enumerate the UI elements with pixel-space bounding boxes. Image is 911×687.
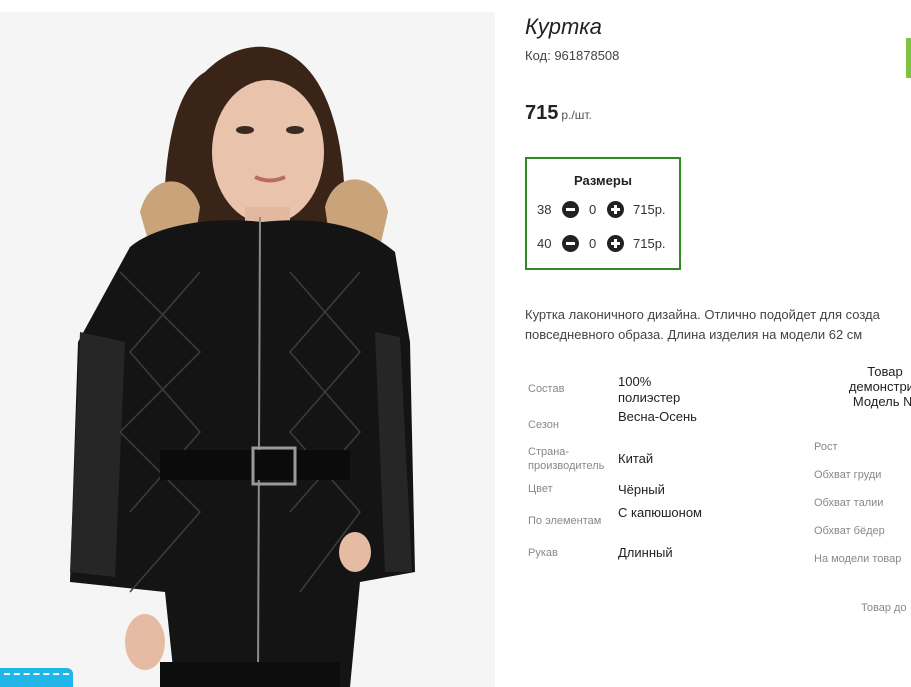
model-param-label: Рост	[814, 441, 838, 453]
attribute-label: Сезон	[528, 419, 559, 431]
decrease-quantity-button[interactable]	[562, 235, 579, 252]
product-description: Куртка лаконичного дизайна. Отлично подо…	[525, 305, 911, 345]
size-label: 40	[537, 236, 552, 251]
model-param-label: Обхват груди	[814, 469, 882, 481]
sizes-heading: Размеры	[574, 173, 632, 188]
attribute-label: По элементам	[528, 515, 602, 527]
model-heading-line: демонстрир	[848, 379, 911, 394]
model-param-label: Обхват бёдер	[814, 525, 885, 537]
product-code: Код: 961878508	[525, 48, 620, 63]
attribute-value: 100% полиэстер	[618, 374, 681, 405]
attribute-label: Рукав	[528, 547, 558, 559]
size-row: 38 0 715р.	[527, 200, 679, 220]
attribute-label: Страна-производитель	[528, 446, 605, 472]
attribute-label: Состав	[528, 383, 565, 395]
model-heading-line: Товар	[867, 364, 903, 379]
model-param-label: Обхват талии	[814, 497, 884, 509]
quantity-value: 0	[589, 202, 597, 217]
model-heading-line: Модель №	[852, 394, 911, 409]
increase-quantity-button[interactable]	[607, 235, 624, 252]
description-line: Куртка лаконичного дизайна. Отлично подо…	[525, 307, 880, 322]
attribute-value: Чёрный	[618, 482, 665, 497]
model-params: Рост Обхват груди Обхват талии Обхват бё…	[814, 440, 901, 580]
model-notice: Товар до	[861, 602, 907, 614]
attribute-value: С капюшоном	[618, 505, 702, 520]
side-button-edge[interactable]	[906, 38, 911, 78]
size-price: 715р.	[633, 236, 666, 251]
increase-quantity-button[interactable]	[607, 201, 624, 218]
attribute-value: Китай	[618, 451, 654, 466]
size-price: 715р.	[633, 202, 666, 217]
size-selector: Размеры 38 0 715р. 40 0 715р.	[525, 157, 681, 270]
model-heading: Товар демонстрир Модель №	[820, 364, 911, 409]
price-unit: р./шт.	[561, 108, 592, 122]
model-param-label: На модели товар	[814, 553, 902, 565]
size-label: 38	[537, 202, 552, 217]
product-price: 715 р./шт.	[525, 102, 592, 125]
price-amount: 715	[525, 102, 559, 124]
description-line: повседневного образа. Длина изделия на м…	[525, 327, 863, 342]
attribute-value: Длинный	[618, 545, 673, 560]
product-title: Куртка	[525, 14, 602, 39]
quantity-value: 0	[589, 236, 597, 251]
size-row: 40 0 715р.	[527, 234, 679, 254]
product-image	[0, 12, 495, 687]
decrease-quantity-button[interactable]	[562, 201, 579, 218]
attribute-label: Цвет	[528, 483, 553, 495]
product-photo[interactable]	[0, 12, 495, 687]
attribute-value: Весна-Осень	[618, 409, 697, 424]
promo-tab[interactable]	[0, 668, 73, 687]
